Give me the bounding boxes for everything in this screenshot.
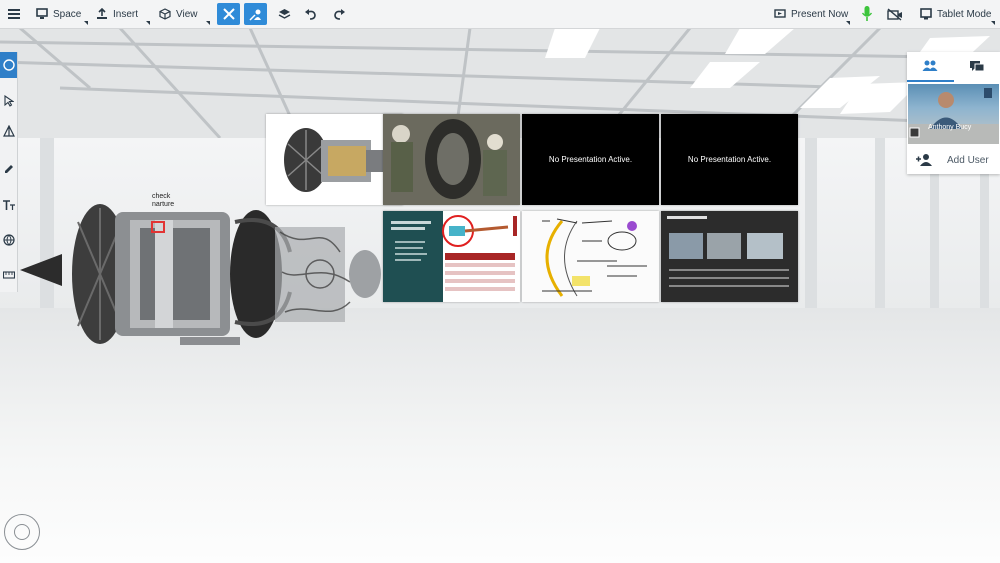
joystick-knob[interactable] (14, 524, 30, 540)
users-icon (922, 60, 938, 71)
view-label: View (176, 8, 198, 20)
globe-icon (2, 234, 15, 246)
present-now-button[interactable]: Present Now (774, 0, 848, 28)
globe-tool[interactable] (0, 227, 17, 253)
text-tool[interactable] (0, 192, 17, 218)
menu-button[interactable] (8, 0, 25, 28)
layers-icon (278, 8, 290, 19)
insert-menu-button[interactable]: Insert (96, 0, 138, 28)
redo-button[interactable] (328, 3, 350, 25)
tablet-mode-button[interactable]: Tablet Mode (920, 0, 991, 28)
present-now-label: Present Now (791, 8, 849, 20)
present-icon (774, 9, 786, 18)
tools-icon (222, 8, 235, 20)
present-caret-icon (846, 21, 850, 25)
camera-off-icon (887, 7, 902, 21)
camera-toggle-button[interactable] (884, 3, 906, 25)
select-tool[interactable] (0, 88, 17, 114)
user-name-label: Anthony Bucy (928, 124, 972, 131)
no-presentation-text: No Presentation Active. (687, 155, 772, 164)
tab-users[interactable] (907, 52, 954, 82)
draw-tool[interactable] (0, 156, 17, 182)
engine-annotation: check (152, 193, 171, 200)
upload-icon (97, 8, 107, 19)
layers-button[interactable] (273, 3, 295, 25)
tablet-caret-icon (991, 21, 995, 25)
no-presentation-text: No Presentation Active. (548, 155, 633, 164)
insert-caret-icon (146, 21, 150, 25)
tool-sidebar (0, 52, 18, 292)
space-caret-icon (84, 21, 88, 25)
add-user-icon (916, 154, 932, 166)
pointer-person-icon (249, 9, 261, 21)
tools-button[interactable] (217, 3, 240, 25)
compass-icon (2, 59, 15, 71)
slide-equations[interactable] (522, 211, 659, 302)
slide-empty-1[interactable]: No Presentation Active. (522, 114, 659, 205)
view-caret-icon (206, 21, 210, 25)
hamburger-icon (8, 9, 20, 19)
microphone-button[interactable] (856, 3, 878, 25)
text-icon (2, 200, 15, 210)
monitor-icon (36, 8, 48, 19)
top-toolbar: Space Insert View Present Now Tablet Mod… (0, 0, 1000, 29)
jet-engine-model[interactable]: check narture (20, 182, 390, 362)
microphone-icon (861, 6, 873, 21)
pencil-icon (4, 165, 13, 173)
navigate-tool[interactable] (0, 52, 17, 78)
tablet-mode-label: Tablet Mode (937, 8, 992, 20)
add-user-label: Add User (947, 154, 989, 166)
slide-engine-photo[interactable] (383, 114, 520, 205)
svg-text:narture: narture (152, 201, 174, 208)
insert-label: Insert (113, 8, 139, 20)
cube-icon (159, 8, 171, 20)
undo-button[interactable] (300, 3, 322, 25)
slide-empty-2[interactable]: No Presentation Active. (661, 114, 798, 205)
movement-joystick[interactable] (4, 514, 40, 550)
add-user-button[interactable]: Add User (907, 146, 1000, 174)
user-video-image (908, 88, 999, 144)
tab-chat[interactable] (954, 52, 1000, 82)
slide-photos[interactable] (661, 211, 798, 302)
cursor-icon (3, 95, 14, 107)
measure-tool[interactable] (0, 262, 17, 288)
space-menu-button[interactable]: Space (36, 0, 81, 28)
laser-pointer-button[interactable] (244, 3, 267, 25)
slide-objectives[interactable] (383, 211, 520, 302)
space-label: Space (53, 8, 82, 20)
ruler-icon (2, 271, 15, 279)
view-menu-button[interactable]: View (159, 0, 198, 28)
users-panel: Anthony Bucy Add User (907, 52, 1000, 174)
chat-icon (969, 61, 985, 72)
undo-icon (305, 9, 316, 20)
shapes-tool[interactable] (0, 118, 17, 144)
user-video-feed[interactable]: Anthony Bucy (908, 84, 999, 144)
pyramid-icon (2, 125, 15, 137)
redo-icon (334, 9, 345, 20)
tablet-icon (920, 8, 932, 20)
